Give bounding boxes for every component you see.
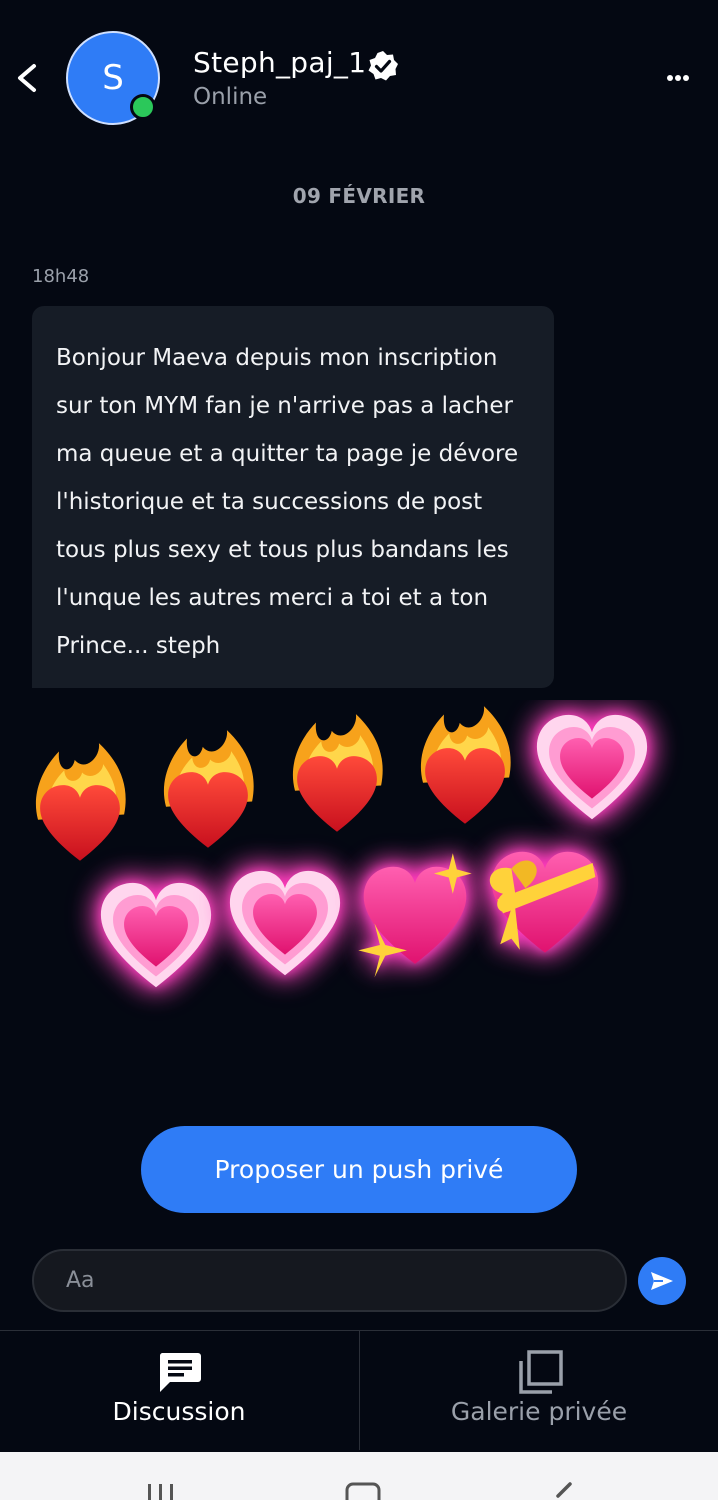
date-separator: 09 FÉVRIER — [292, 184, 426, 208]
message-timestamp: 18h48 — [32, 266, 90, 287]
growing-heart-icon — [100, 882, 212, 988]
tab-private-gallery-label: Galerie privée — [450, 1397, 628, 1426]
tab-private-gallery[interactable]: Galerie privée — [360, 1331, 718, 1450]
avatar-letter: S — [102, 58, 124, 98]
chat-bubble-icon — [159, 1353, 201, 1392]
more-options-icon[interactable] — [660, 66, 696, 90]
back-arrow-icon[interactable] — [14, 62, 40, 94]
message-text: Bonjour Maeva depuis mon inscription sur… — [56, 345, 519, 659]
heart-on-fire-icon — [163, 730, 254, 848]
propose-private-push-button[interactable]: Proposer un push privé — [141, 1126, 577, 1213]
online-status: Online — [193, 84, 268, 110]
send-icon — [651, 1272, 673, 1290]
heart-emoji-message[interactable] — [0, 700, 718, 1030]
gallery-icon — [519, 1350, 563, 1394]
tab-discussion[interactable]: Discussion — [0, 1331, 358, 1450]
tab-discussion-label: Discussion — [112, 1397, 246, 1426]
online-status-dot — [130, 94, 156, 120]
growing-heart-icon — [229, 870, 341, 976]
recent-apps-icon[interactable] — [144, 1484, 178, 1500]
system-navigation-bar — [0, 1452, 718, 1500]
contact-name[interactable]: Steph_paj_1 — [193, 46, 366, 79]
home-icon[interactable] — [344, 1482, 382, 1500]
heart-with-ribbon-icon — [489, 851, 599, 953]
sparkling-heart-icon — [358, 853, 472, 978]
message-bubble[interactable]: Bonjour Maeva depuis mon inscription sur… — [32, 306, 554, 688]
message-input[interactable] — [32, 1249, 627, 1312]
growing-heart-icon — [536, 714, 648, 820]
heart-on-fire-icon — [35, 743, 126, 861]
heart-on-fire-icon — [292, 714, 383, 832]
verified-badge-icon — [368, 51, 398, 81]
system-back-icon[interactable] — [550, 1482, 576, 1500]
send-button[interactable] — [638, 1257, 686, 1305]
heart-on-fire-icon — [420, 706, 511, 824]
